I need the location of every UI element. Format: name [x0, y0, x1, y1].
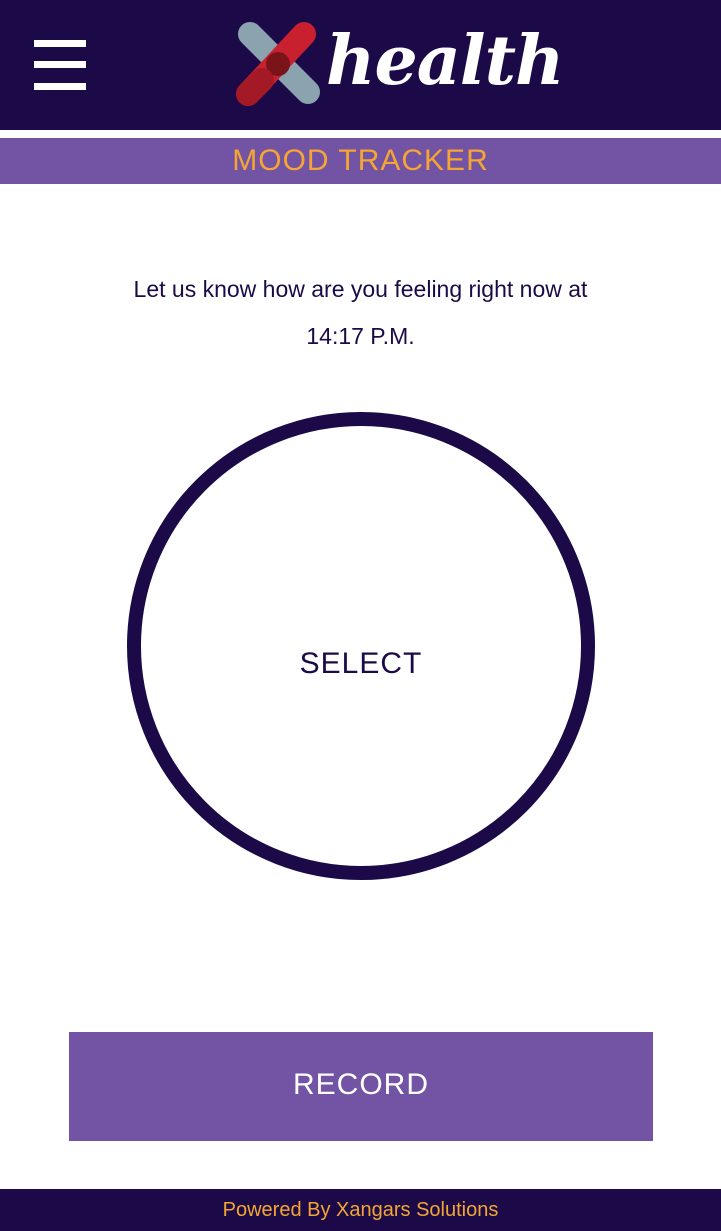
app-footer: Powered By Xangars Solutions: [0, 1189, 721, 1231]
prompt-time: 14:17 P.M.: [306, 323, 415, 349]
menu-bar: [34, 40, 86, 47]
xhealth-logo: health: [232, 18, 564, 110]
x-cross-logo-icon: [236, 22, 320, 106]
prompt-text: Let us know how are you feeling right no…: [133, 276, 588, 302]
footer-credit: Powered By Xangars Solutions: [222, 1199, 499, 1221]
record-button[interactable]: RECORD: [69, 1032, 653, 1141]
page-title-bar: MOOD TRACKER: [0, 138, 721, 184]
mood-select-label: SELECT: [299, 647, 423, 680]
menu-bar: [34, 83, 86, 90]
mood-prompt: Let us know how are you feeling right no…: [40, 266, 681, 360]
record-button-label: RECORD: [292, 1068, 429, 1101]
mood-select-button[interactable]: SELECT: [127, 412, 595, 880]
hamburger-menu-icon[interactable]: [34, 40, 86, 90]
page-title: MOOD TRACKER: [232, 144, 489, 177]
menu-bar: [34, 61, 86, 68]
app-header: health: [0, 0, 721, 130]
logo-wordmark: health: [326, 21, 564, 101]
